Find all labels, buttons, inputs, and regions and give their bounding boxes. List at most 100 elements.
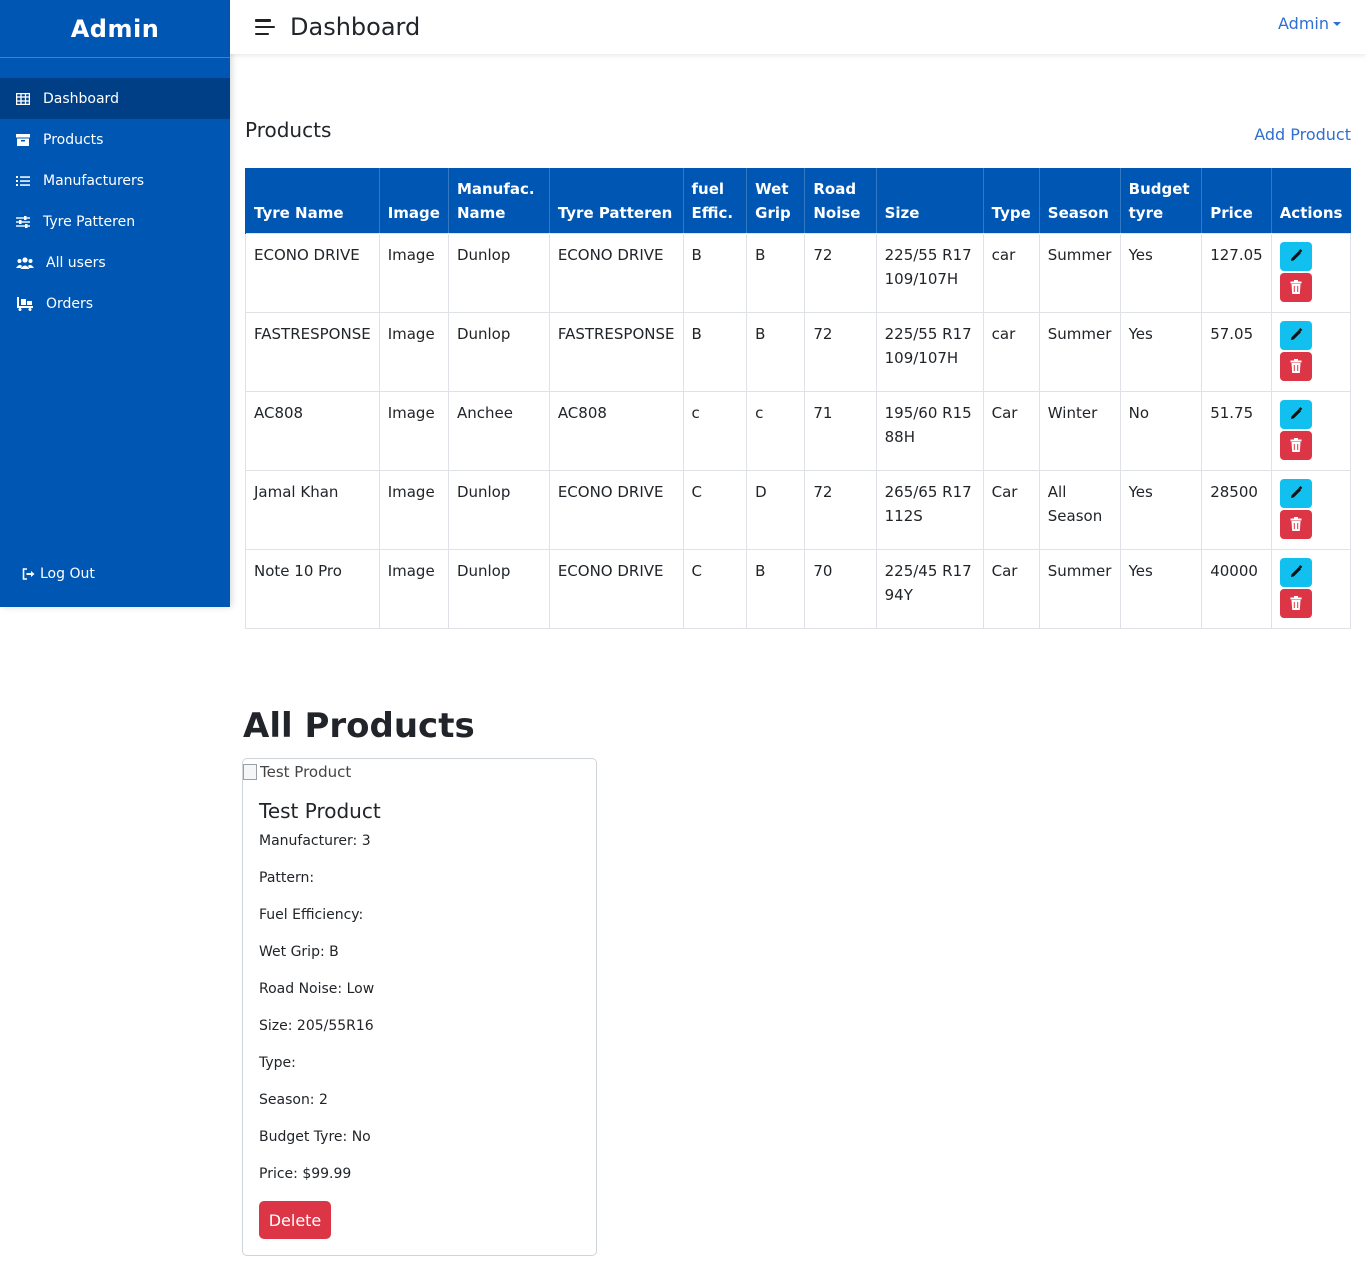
product-image: Test Product: [243, 763, 351, 781]
table-cell-noise: 72: [804, 469, 877, 550]
table-cell-budget: No: [1119, 390, 1203, 471]
table-row: ECONO DRIVE Image Dunlop ECONO DRIVE B B 72 225…: [245, 232, 1352, 313]
pencil-icon: [1289, 249, 1303, 263]
sidebar-item-all-users[interactable]: All users: [0, 242, 230, 283]
header-label: Grip: [755, 203, 791, 222]
table-cell-image: Image: [378, 311, 449, 392]
table-cell-season: Summer: [1038, 232, 1121, 313]
table-cell-size: 225/55 R17 109/107H: [875, 311, 984, 392]
pencil-icon: [1289, 565, 1303, 579]
header-label: Price: [1210, 203, 1253, 222]
list-icon: [15, 173, 31, 189]
table-cell-manufacturer: Dunlop: [447, 232, 550, 313]
table-cell-actions: [1270, 548, 1352, 629]
product-field: Road Noise: Low: [259, 981, 375, 997]
sign-out-icon: [22, 568, 36, 580]
table-cell-budget: Yes: [1119, 548, 1203, 629]
table-row: AC808 Image Anchee AC808 c c 71 195/60 R15 88H Ca…: [245, 390, 1352, 471]
table-cell-actions: [1270, 390, 1352, 471]
header-label: Manufac.: [456, 179, 535, 198]
header-label: Season: [1047, 203, 1109, 222]
table-cell-pattern: FASTRESPONSE: [548, 311, 684, 392]
sidebar-item-manufacturers[interactable]: Manufacturers: [0, 160, 230, 201]
edit-button[interactable]: [1279, 241, 1312, 271]
users-icon: [15, 255, 35, 271]
trash-icon: [1290, 596, 1302, 610]
table-header-cell: Tyre Name: [245, 168, 380, 233]
table-cell-name: FASTRESPONSE: [245, 311, 380, 392]
cell-text: All: [1047, 482, 1067, 501]
table-header-cell: Season: [1038, 168, 1121, 233]
sidebar-item-orders[interactable]: Orders: [0, 283, 230, 324]
topbar: Dashboard Admin: [230, 0, 1366, 54]
delete-row-button[interactable]: [1279, 509, 1312, 539]
product-field: Fuel Efficiency:: [259, 907, 364, 923]
table-cell-season: Summer: [1038, 548, 1121, 629]
table-cell-type: Car: [982, 390, 1040, 471]
sidebar-item-label: Products: [43, 131, 104, 148]
trash-icon: [1290, 359, 1302, 373]
delete-row-button[interactable]: [1279, 351, 1312, 381]
table-header-row: Tyre Name Image Manufac. Name Tyre Patteren f…: [245, 168, 1351, 233]
header-label: Tyre Patteren: [557, 203, 673, 222]
archive-icon: [15, 132, 31, 148]
edit-button[interactable]: [1279, 478, 1312, 508]
table-cell-price: 40000: [1201, 548, 1272, 629]
edit-button[interactable]: [1279, 399, 1312, 429]
pencil-icon: [1289, 486, 1303, 500]
table-cell-image: Image: [378, 469, 449, 550]
product-field: Price: $99.99: [259, 1166, 352, 1182]
table-header-cell: Actions: [1270, 168, 1351, 233]
table-row: FASTRESPONSE Image Dunlop FASTRESPONSE B B 72 2…: [245, 311, 1352, 392]
delete-button[interactable]: Delete: [259, 1201, 331, 1239]
user-dropdown[interactable]: Admin: [1278, 14, 1341, 33]
product-field: Budget Tyre: No: [259, 1129, 371, 1145]
header-label: Tyre Name: [254, 203, 344, 222]
table-cell-size: 265/65 R17 112S: [875, 469, 984, 550]
pencil-icon: [1289, 328, 1303, 342]
edit-button[interactable]: [1279, 320, 1312, 350]
trash-icon: [1290, 438, 1302, 452]
table-cell-season: All Season: [1038, 469, 1121, 550]
cell-text: Summer: [1047, 561, 1112, 580]
table-cell-actions: [1270, 469, 1352, 550]
all-products-title: All Products: [243, 706, 475, 746]
cell-text: 225/55 R17: [884, 324, 972, 343]
table-cell-budget: Yes: [1119, 311, 1203, 392]
sidebar-item-dashboard[interactable]: Dashboard: [0, 78, 230, 119]
edit-button[interactable]: [1279, 557, 1312, 587]
table-header-cell: Size: [875, 168, 984, 233]
header-label: Name: [456, 203, 506, 222]
table-cell-pattern: ECONO DRIVE: [548, 548, 684, 629]
product-field: Size: 205/55R16: [259, 1018, 374, 1034]
delete-row-button[interactable]: [1279, 272, 1312, 302]
add-product-link[interactable]: Add Product: [1254, 125, 1351, 144]
cell-text: 88H: [884, 427, 915, 446]
table-header-cell: Wet Grip: [746, 168, 805, 233]
table-cell-actions: [1270, 232, 1352, 313]
sidebar-item-tyre-patteren[interactable]: Tyre Patteren: [0, 201, 230, 242]
table-row: Jamal Khan Image Dunlop ECONO DRIVE C D 72 265/…: [245, 469, 1352, 550]
table-cell-fuel: B: [682, 311, 748, 392]
delete-row-button[interactable]: [1279, 588, 1312, 618]
table-cell-price: 51.75: [1201, 390, 1272, 471]
cell-text: 225/55 R17: [884, 245, 972, 264]
menu-toggle-icon[interactable]: [255, 19, 275, 35]
sidebar-item-products[interactable]: Products: [0, 119, 230, 160]
table-cell-image: Image: [378, 232, 449, 313]
page-title: Dashboard: [290, 13, 421, 41]
table-cell-budget: Yes: [1119, 232, 1203, 313]
table-row: Note 10 Pro Image Dunlop ECONO DRIVE C B 70 225…: [245, 548, 1352, 629]
logout-link[interactable]: Log Out: [22, 566, 95, 582]
caret-down-icon: [1333, 22, 1341, 26]
header-label: Wet: [755, 179, 789, 198]
table-cell-wet: B: [746, 232, 806, 313]
table-cell-type: Car: [982, 469, 1040, 550]
table-cell-price: 127.05: [1201, 232, 1272, 313]
cell-text: 109/107H: [884, 269, 959, 288]
header-label: Type: [991, 203, 1031, 222]
delete-row-button[interactable]: [1279, 430, 1312, 460]
cell-text: Summer: [1047, 245, 1112, 264]
trash-icon: [1290, 517, 1302, 531]
table-cell-budget: Yes: [1119, 469, 1203, 550]
